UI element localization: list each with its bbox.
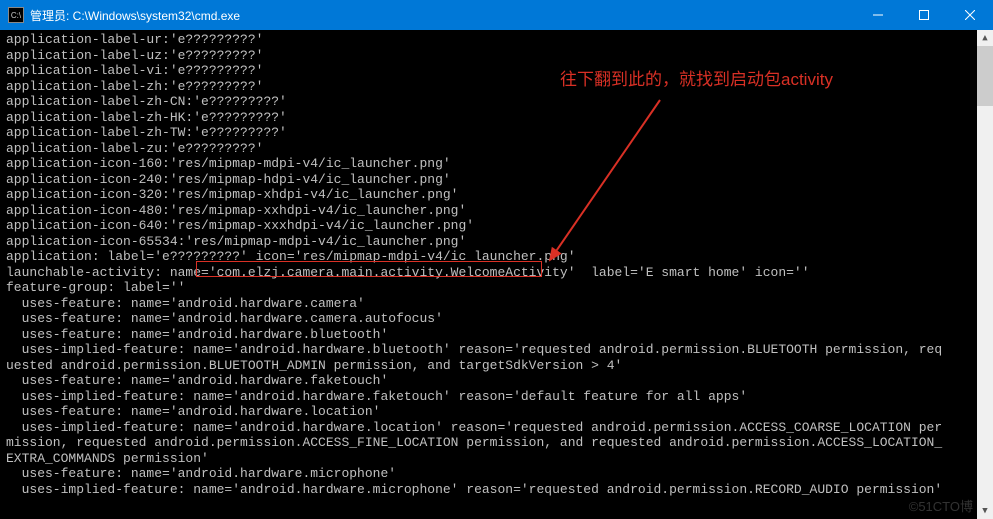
scrollbar-track[interactable]: [977, 46, 993, 503]
scrollbar-thumb[interactable]: [977, 46, 993, 106]
scroll-up-button[interactable]: ▲: [977, 30, 993, 46]
maximize-button[interactable]: [901, 0, 947, 30]
terminal-output[interactable]: application-label-ur:'e?????????' applic…: [0, 30, 977, 519]
cmd-icon: C:\: [8, 7, 24, 23]
scroll-down-button[interactable]: ▼: [977, 503, 993, 519]
terminal-content: application-label-ur:'e?????????' applic…: [0, 30, 993, 519]
vertical-scrollbar[interactable]: ▲ ▼: [977, 30, 993, 519]
window-titlebar: C:\ 管理员: C:\Windows\system32\cmd.exe: [0, 0, 993, 30]
minimize-button[interactable]: [855, 0, 901, 30]
close-button[interactable]: [947, 0, 993, 30]
watermark: ©51CTO博: [909, 496, 973, 515]
window-title: 管理员: C:\Windows\system32\cmd.exe: [30, 7, 855, 24]
annotation-text: 往下翻到此的，就找到启动包activity: [560, 65, 833, 90]
